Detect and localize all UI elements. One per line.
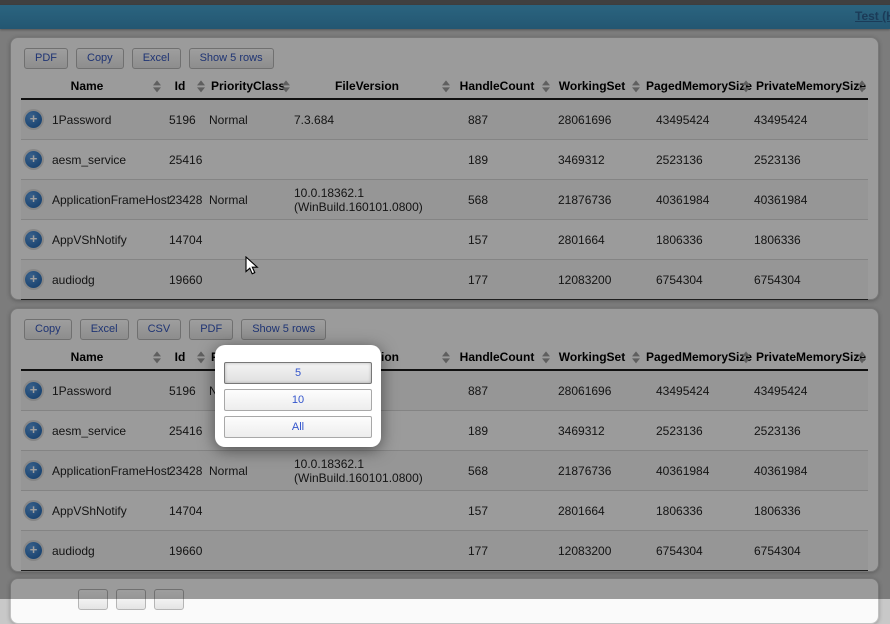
page: { "topbar": { "title": "Test (H" }, "tab… (0, 0, 890, 599)
length-option-10[interactable]: 10 (224, 389, 372, 411)
page-length-dropdown: 5 10 All (215, 345, 381, 447)
length-option-all[interactable]: All (224, 416, 372, 438)
modal-overlay[interactable] (0, 0, 890, 599)
length-option-5[interactable]: 5 (224, 362, 372, 384)
mouse-cursor-icon (245, 256, 259, 281)
